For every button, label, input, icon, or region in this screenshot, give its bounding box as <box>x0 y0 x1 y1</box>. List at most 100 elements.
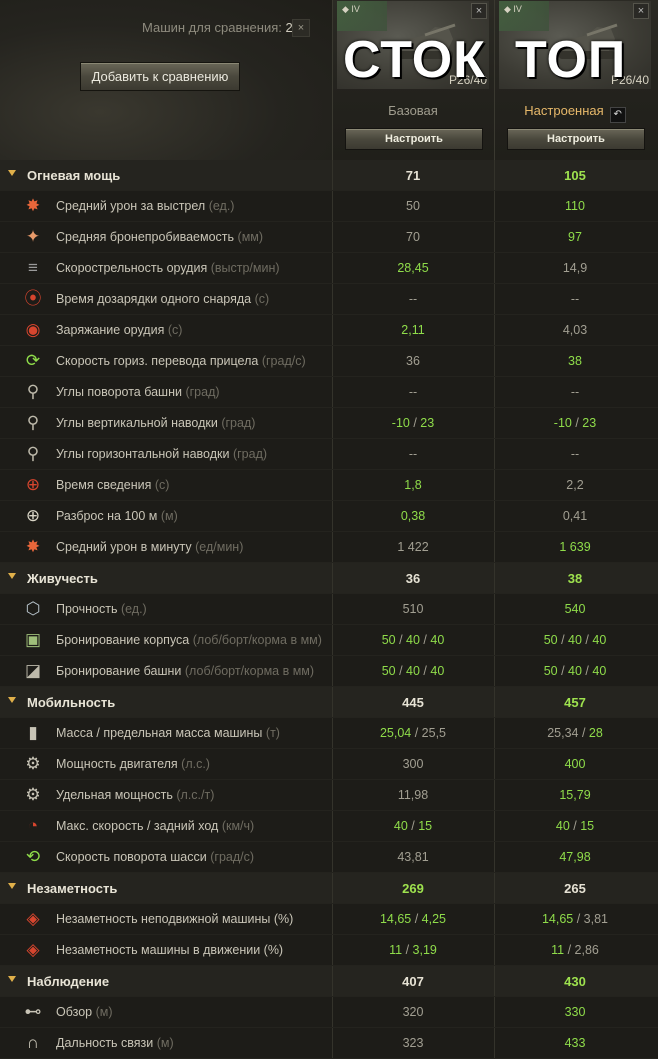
camo-stationary-icon: ◈ <box>26 909 40 928</box>
elevation-icon: ⚲ <box>26 413 40 432</box>
value-part: -10 <box>553 416 572 430</box>
expand-arrow-icon[interactable] <box>8 976 16 982</box>
section-header-row[interactable]: Мобильность 445 457 <box>0 687 658 718</box>
stat-row: ⊕ Время сведения (с) 1,8 2,2 <box>0 470 658 501</box>
value-part: 14,65 <box>379 912 412 926</box>
section-header-row[interactable]: Огневая мощь 71 105 <box>0 160 658 191</box>
value-part: 40 <box>393 819 408 833</box>
value-part: / <box>409 416 421 430</box>
section-title: Огневая мощь <box>27 168 121 183</box>
stock-overlay-label: СТОК <box>343 31 486 89</box>
remove-vehicle-close-icon[interactable]: × <box>633 3 649 19</box>
stat-value-2: 540 <box>564 602 586 616</box>
vehicle-tier: ◆ IV <box>342 4 360 14</box>
stat-value-2: -- <box>570 385 580 399</box>
value-part: / <box>557 633 569 647</box>
value-part: / <box>395 664 407 678</box>
stat-value-2: 330 <box>564 1005 586 1019</box>
stat-row: ⊕ Разброс на 100 м (м) 0,38 0,41 <box>0 501 658 532</box>
stat-name: Обзор <box>56 1005 93 1019</box>
stat-label: Время сведения (с) <box>56 478 169 492</box>
section-value-2: 38 <box>567 571 583 586</box>
stat-name: Скорость поворота шасси <box>56 850 207 864</box>
section-value-1: 407 <box>402 974 424 989</box>
add-to-comparison-button[interactable]: Добавить к сравнению <box>80 62 240 91</box>
stat-value-1: 2,11 <box>401 323 425 337</box>
section-header-row[interactable]: Живучесть 36 38 <box>0 563 658 594</box>
stat-unit: (с) <box>154 478 170 492</box>
stat-unit: (л.с.) <box>181 757 210 771</box>
stat-value-1: 11,98 <box>397 788 429 802</box>
stat-row: ⬡ Прочность (ед.) 510 540 <box>0 594 658 625</box>
stat-value-2: 2,2 <box>566 478 584 492</box>
section-header-row[interactable]: Наблюдение 407 430 <box>0 966 658 997</box>
value-part: 40 <box>592 664 607 678</box>
stat-unit: (град) <box>221 416 256 430</box>
value-part: 40 <box>568 633 582 647</box>
value-part: 14,65 <box>541 912 574 926</box>
configure-button[interactable]: Настроить <box>507 128 645 150</box>
stat-name: Разброс на 100 м <box>56 509 158 523</box>
clear-all-close-icon[interactable]: × <box>292 19 310 37</box>
stat-name: Скорость гориз. перевода прицела <box>56 354 259 368</box>
stat-value-1: 0,38 <box>400 509 426 523</box>
value-part: 2,86 <box>574 943 599 957</box>
section-title: Мобильность <box>27 695 116 710</box>
dpm-icon: ✸ <box>25 537 41 556</box>
value-part: 3,19 <box>412 943 437 957</box>
expand-arrow-icon[interactable] <box>8 170 16 176</box>
section-title: Наблюдение <box>27 974 110 989</box>
value-part: / <box>571 416 583 430</box>
stat-unit: (т) <box>265 726 280 740</box>
header-background: Машин для сравнения: 2 × Добавить к срав… <box>0 0 332 160</box>
stat-name: Незаметность машины в движении (%) <box>56 943 284 957</box>
value-part: 40 <box>430 664 445 678</box>
stat-value-2: 50 / 40 / 40 <box>494 664 656 678</box>
section-header-row[interactable]: Незаметность 269 265 <box>0 873 658 904</box>
turret-rotation-icon: ⚲ <box>26 382 40 401</box>
value-part: 15 <box>580 819 595 833</box>
stat-row: ◔ Макс. скорость / задний ход (км/ч) 40 / … <box>0 811 658 842</box>
stat-label: Разброс на 100 м (м) <box>56 509 178 523</box>
stat-value-1: 50 <box>406 199 420 213</box>
stat-value-1: 1 422 <box>397 540 429 554</box>
undo-icon[interactable]: ↶ <box>609 107 626 123</box>
stat-name: Средний урон за выстрел <box>56 199 206 213</box>
value-part: 11 <box>551 943 565 957</box>
stat-unit: (км/ч) <box>221 819 255 833</box>
value-part: -10 <box>391 416 410 430</box>
turret-armor-icon: ◪ <box>24 661 42 680</box>
stat-row: ∩ Дальность связи (м) 323 433 <box>0 1028 658 1059</box>
section-title: Незаметность <box>27 881 118 896</box>
value-part: 28 <box>588 726 603 740</box>
stat-value-2: 14,9 <box>562 261 588 275</box>
value-part: / <box>411 726 422 740</box>
section-value-1: 445 <box>402 695 424 710</box>
value-part: / <box>564 943 575 957</box>
camo-moving-icon: ◈ <box>26 940 40 959</box>
stat-value-2: 40 / 15 <box>494 819 656 833</box>
value-part: 40 <box>555 819 570 833</box>
stat-value-1: 11 / 3,19 <box>332 943 494 957</box>
expand-arrow-icon[interactable] <box>8 883 16 889</box>
configure-button[interactable]: Настроить <box>345 128 483 150</box>
value-part: 25,34 <box>547 726 579 740</box>
expand-arrow-icon[interactable] <box>8 697 16 703</box>
value-part: / <box>578 726 589 740</box>
remove-vehicle-close-icon[interactable]: × <box>471 3 487 19</box>
expand-arrow-icon[interactable] <box>8 573 16 579</box>
stat-name: Удельная мощность <box>56 788 173 802</box>
stat-value-2: 0,41 <box>562 509 588 523</box>
stat-value-2: 14,65 / 3,81 <box>494 912 656 926</box>
stat-label: Масса / предельная масса машины (т) <box>56 726 280 740</box>
stat-value-1: -- <box>408 447 418 461</box>
stat-label: Прочность (ед.) <box>56 602 147 616</box>
top-overlay-label: ТОП <box>515 31 627 89</box>
stat-unit: (град/с) <box>210 850 255 864</box>
value-part: / <box>581 633 593 647</box>
shell-reload-icon: ⦿ <box>24 289 42 308</box>
stat-value-1: 36 <box>406 354 420 368</box>
stat-value-2: 50 / 40 / 40 <box>494 633 656 647</box>
stat-value-2: 25,34 / 28 <box>494 726 656 740</box>
value-part: / <box>402 943 413 957</box>
